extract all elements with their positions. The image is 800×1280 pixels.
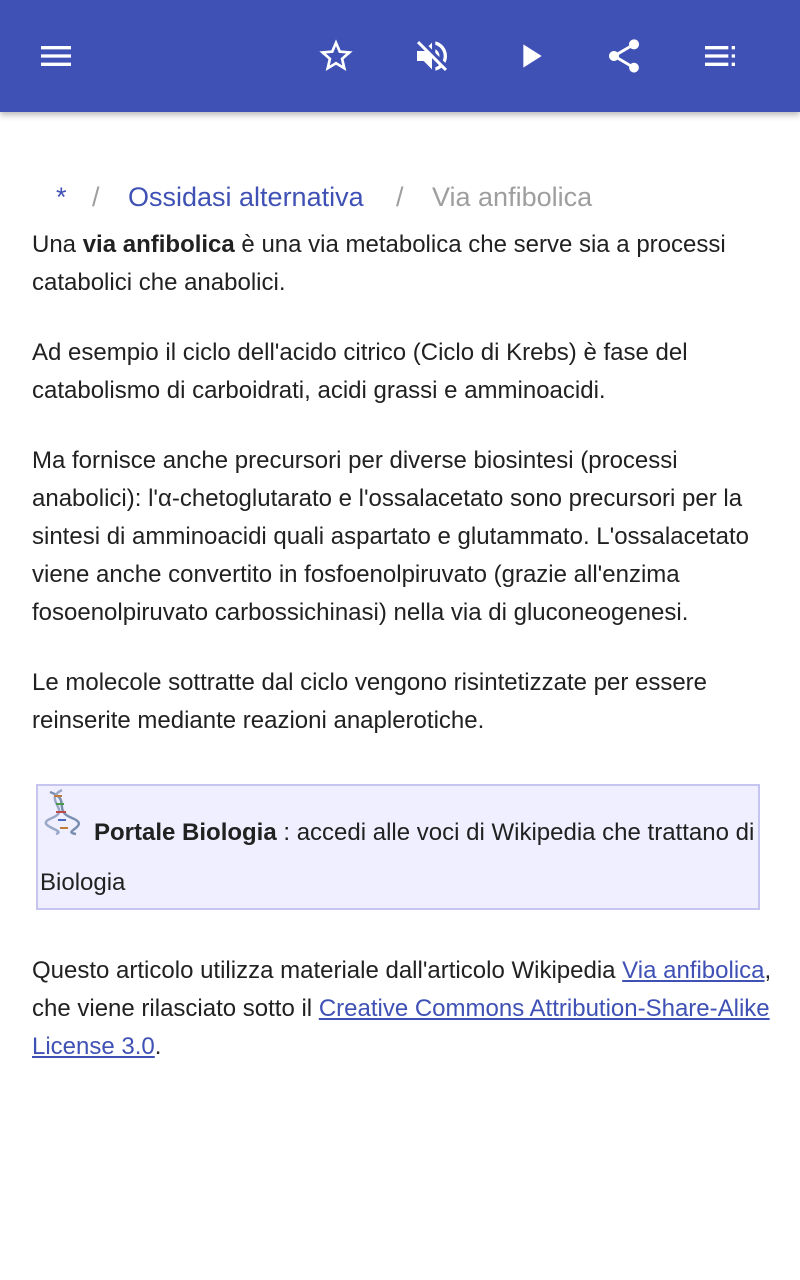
portal-biologia-link[interactable]: Portale Biologia xyxy=(94,819,277,846)
license-footer: Questo articolo utilizza materiale dall'… xyxy=(32,952,772,1066)
portal-text: Portale Biologia : accedi alle voci di W… xyxy=(38,808,758,908)
dna-icon xyxy=(44,788,80,836)
contents-button[interactable] xyxy=(696,32,744,80)
breadcrumb-current: Via anfibolica xyxy=(432,182,593,212)
star-icon xyxy=(319,39,353,71)
mute-button[interactable] xyxy=(408,32,456,80)
breadcrumb-separator: / xyxy=(396,182,404,212)
paragraph-anaplerotic: Le molecole sottratte dal ciclo vengono … xyxy=(32,669,708,734)
footer-text: Questo articolo utilizza materiale dall'… xyxy=(32,957,623,984)
breadcrumb: * / Ossidasi alternativa / Via anfibolic… xyxy=(32,170,772,226)
app-bar xyxy=(0,0,800,112)
intro-text: Una xyxy=(32,231,83,258)
paragraph-example: Ad esempio il ciclo dell'acido citrico (… xyxy=(32,339,688,404)
paragraph-intro: Una via anfibolica è una via metabolica … xyxy=(32,226,772,302)
breadcrumb-home[interactable]: * xyxy=(56,182,67,213)
menu-icon xyxy=(41,46,71,66)
paragraph-precursors: Ma fornisce anche precursori per diverse… xyxy=(32,447,749,626)
wikipedia-article-link[interactable]: Via anfibolica xyxy=(622,957,764,984)
share-icon xyxy=(609,39,639,73)
footer-text: . xyxy=(154,1033,162,1060)
play-button[interactable] xyxy=(506,32,554,80)
breadcrumb-parent-link[interactable]: Ossidasi alternativa xyxy=(128,182,364,213)
intro-bold-term: via anfibolica xyxy=(82,231,235,258)
breadcrumb-separator: / xyxy=(92,182,100,212)
menu-button[interactable] xyxy=(32,32,80,80)
list-icon xyxy=(705,46,735,66)
play-icon xyxy=(523,44,542,68)
portal-box: Portale Biologia : accedi alle voci di W… xyxy=(36,784,760,910)
bookmark-button[interactable] xyxy=(312,32,360,80)
volume-off-icon xyxy=(417,41,447,71)
article-content: * / Ossidasi alternativa / Via anfibolic… xyxy=(32,170,772,1066)
share-button[interactable] xyxy=(600,32,648,80)
